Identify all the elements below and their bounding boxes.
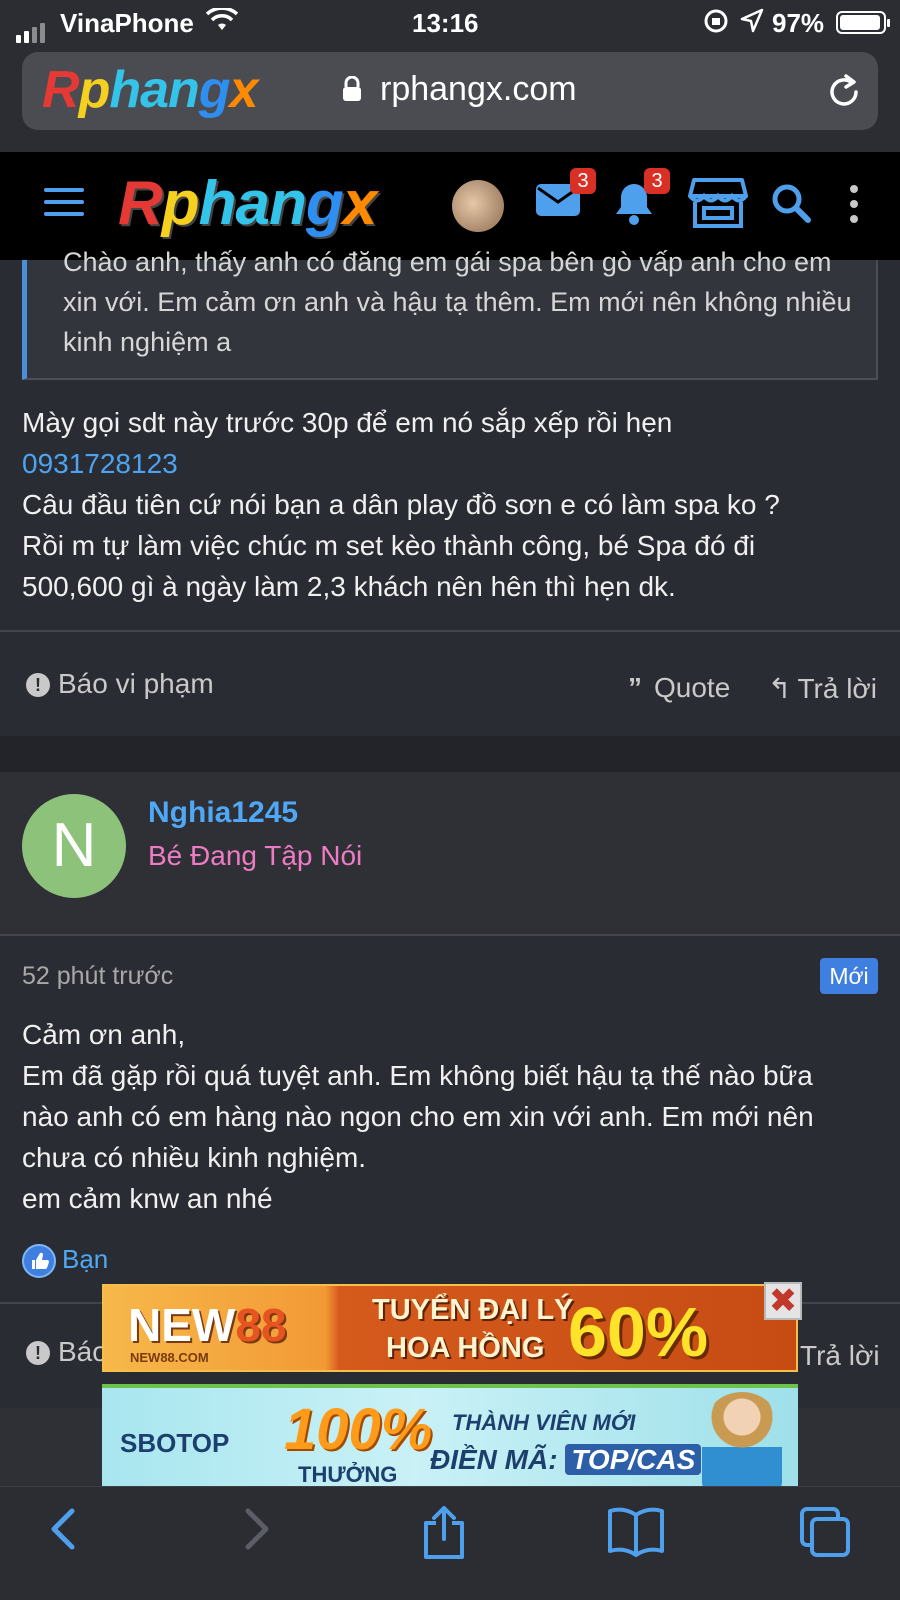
like-thumb-icon: [22, 1244, 56, 1279]
site-favicon-logo: Rphangx: [42, 61, 258, 119]
quoted-post: Chào anh, thấy anh có đăng em gái spa bê…: [22, 247, 878, 380]
post-line-4: chưa có nhiều kinh nghiệm.: [22, 1142, 367, 1173]
quoted-post-text: Chào anh, thấy anh có đăng em gái spa bê…: [63, 247, 852, 357]
tabs-icon[interactable]: [798, 1505, 854, 1564]
forward-icon[interactable]: [236, 1505, 276, 1558]
ad-headline-1: TUYỂN ĐẠI LÝ: [372, 1294, 574, 1326]
post-author: N Nghia1245 Bé Đang Tập Nói: [0, 772, 900, 934]
back-icon[interactable]: [44, 1505, 84, 1558]
author-avatar[interactable]: N: [22, 794, 126, 898]
divider: [0, 630, 900, 632]
browser-toolbar: [0, 1486, 900, 1600]
ad-close-button[interactable]: ✖: [764, 1282, 802, 1320]
ad2-model-image: [702, 1392, 782, 1492]
store-icon[interactable]: [688, 176, 748, 235]
post-separator: [0, 736, 900, 772]
ad2-percent: 100%: [284, 1397, 433, 1462]
ad-domain: NEW88.COM: [130, 1350, 209, 1365]
reply-line-2: Câu đầu tiên cứ nói bạn a dân play đồ sơ…: [22, 489, 780, 520]
url-text: rphangx.com: [380, 70, 577, 108]
ad-banner-new88[interactable]: NEW88 NEW88.COM TUYỂN ĐẠI LÝ HOA HỒNG 60…: [102, 1284, 798, 1372]
post-line-1: Cảm ơn anh,: [22, 1019, 186, 1050]
report-button[interactable]: ! Báo vi phạm: [26, 668, 214, 700]
post-actions: ! Báo vi phạm ” Quote ↰ Trả lời: [0, 636, 900, 736]
location-arrow-icon: [740, 8, 764, 41]
reload-icon[interactable]: [826, 72, 862, 115]
ad-headline-2: HOA HỒNG: [386, 1332, 545, 1364]
quote-button[interactable]: ” Quote: [628, 672, 730, 704]
post-line-3: nào anh có em hàng nào ngon cho em xin v…: [22, 1101, 814, 1132]
ad-brand: NEW88: [128, 1299, 287, 1351]
clock: 13:16: [412, 8, 479, 38]
rotation-lock-icon: [703, 8, 729, 41]
account-avatar[interactable]: [452, 180, 504, 232]
ad2-brand: SBOTOP: [120, 1428, 230, 1458]
alerts-count-badge: 3: [644, 168, 670, 194]
author-name[interactable]: Nghia1245: [148, 796, 298, 830]
post-body: Cảm ơn anh, Em đã gặp rồi quá tuyệt anh.…: [22, 1014, 882, 1219]
address-bar[interactable]: Rphangx rphangx.com: [22, 52, 878, 130]
reaction-summary[interactable]: Bạn: [22, 1244, 109, 1279]
quote-icon: ”: [628, 672, 642, 703]
post-line-5: em cảm knw an nhé: [22, 1183, 273, 1214]
bookmarks-icon[interactable]: [606, 1505, 666, 1562]
signal-icon: [16, 12, 48, 43]
reply-button[interactable]: Trả lời: [800, 1340, 880, 1372]
reply-line-3: Rồi m tự làm việc chúc m set kèo thành c…: [22, 530, 756, 561]
ad2-code: ĐIỀN MÃ: TOP/CAS: [430, 1444, 702, 1476]
battery-percent: 97%: [772, 8, 825, 38]
phone-link[interactable]: 0931728123: [22, 443, 878, 484]
divider: [0, 934, 900, 936]
carrier-label: VinaPhone: [60, 8, 194, 38]
battery-icon: [836, 11, 890, 34]
hamburger-menu-icon[interactable]: [44, 188, 84, 224]
ad2-member-label: THÀNH VIÊN MỚI: [452, 1410, 636, 1435]
post-line-2: Em đã gặp rồi quá tuyệt anh. Em không bi…: [22, 1060, 813, 1091]
post-timestamp[interactable]: 52 phút trước: [22, 962, 173, 991]
wifi-icon: [205, 6, 239, 39]
author-title: Bé Đang Tập Nói: [148, 840, 363, 871]
ad-banner-sbotop[interactable]: SBOTOP 100% THƯỞNG THÀNH VIÊN MỚI ĐIỀN M…: [102, 1384, 798, 1492]
status-bar: VinaPhone 13:16 97%: [0, 0, 900, 44]
reply-line-1: Mày gọi sdt này trước 30p để em nó sắp x…: [22, 407, 673, 438]
warning-icon: !: [26, 673, 50, 697]
messages-icon[interactable]: 3: [534, 168, 596, 225]
ad2-bonus-label: THƯỞNG: [298, 1462, 398, 1487]
warning-icon: !: [26, 1341, 50, 1365]
lock-icon: [342, 75, 362, 102]
browser-chrome: Rphangx rphangx.com: [0, 44, 900, 152]
share-icon[interactable]: [420, 1505, 468, 1566]
reply-arrow-icon: ↰: [768, 673, 792, 704]
search-icon[interactable]: [770, 182, 812, 229]
bell-icon[interactable]: 3: [612, 168, 670, 231]
reaction-user: Bạn: [62, 1244, 109, 1274]
reply-button[interactable]: ↰ Trả lời: [768, 672, 877, 705]
more-options-icon[interactable]: [848, 184, 860, 229]
reply-line-4: 500,600 gì à ngày làm 2,3 khách nên hên …: [22, 571, 676, 602]
messages-count-badge: 3: [570, 168, 596, 194]
site-logo[interactable]: Rphangx: [118, 168, 377, 239]
ad-percent: 60%: [568, 1293, 709, 1371]
report-button[interactable]: ! Báo: [26, 1336, 108, 1368]
reply-post-body: Mày gọi sdt này trước 30p để em nó sắp x…: [22, 402, 878, 607]
new-badge: Mới: [820, 958, 878, 994]
